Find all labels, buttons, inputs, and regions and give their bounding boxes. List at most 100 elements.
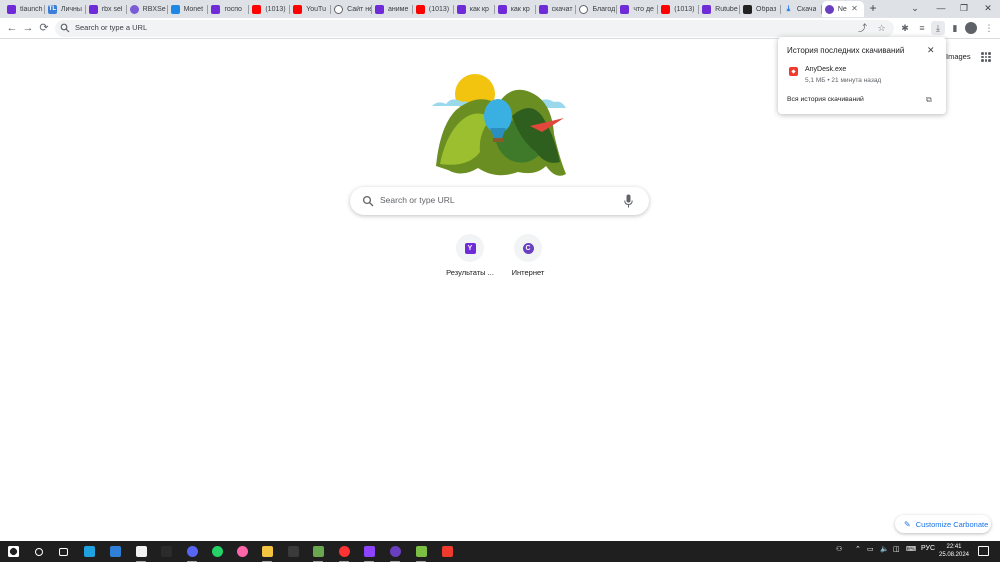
taskbar-start[interactable] xyxy=(4,543,22,560)
tab-title: скачат xyxy=(551,5,573,13)
notification-icon[interactable] xyxy=(978,546,989,556)
new-tab-button[interactable]: + xyxy=(866,2,880,16)
reading-list-icon[interactable]: ≡ xyxy=(915,21,929,35)
share-icon[interactable]: ⤴ xyxy=(856,22,869,35)
start-icon xyxy=(8,546,19,557)
taskbar-blank[interactable] xyxy=(284,543,302,560)
tab-title: аниме xyxy=(388,5,409,13)
yandex-icon xyxy=(497,4,507,14)
browser-tab[interactable]: YouTu xyxy=(290,1,332,17)
close-window-button[interactable]: ✕ xyxy=(976,0,1000,18)
customize-button[interactable]: ✎ Customize Carbonate xyxy=(895,515,991,533)
tab-title: (1013) xyxy=(674,5,695,13)
minimize-button[interactable]: — xyxy=(929,0,953,18)
keyboard-icon[interactable]: ⌨ xyxy=(906,545,916,553)
all-downloads-link[interactable]: Вся история скачиваний xyxy=(787,96,864,103)
reload-button[interactable]: ⟳ xyxy=(37,21,51,35)
browser-tab[interactable]: (1013) xyxy=(413,1,454,17)
browser-tab[interactable]: rbx sel xyxy=(86,1,127,17)
youtube-icon xyxy=(415,4,425,14)
taskbar-whatsapp[interactable] xyxy=(208,543,226,560)
taskbar-epic[interactable] xyxy=(157,543,175,560)
taskbar-minecraft[interactable] xyxy=(309,543,327,562)
tab-title: Сайт не за xyxy=(347,5,373,13)
microphone-icon[interactable] xyxy=(624,194,633,208)
browser-tab[interactable]: (1013) xyxy=(249,1,291,17)
edge-icon xyxy=(83,546,95,557)
browser-tab[interactable]: RBXSe xyxy=(127,1,168,17)
taskbar-task-view[interactable] xyxy=(54,543,72,560)
taskbar-yandex[interactable] xyxy=(335,543,353,562)
taskbar-explorer[interactable] xyxy=(258,543,276,562)
browser-tab[interactable]: Благод xyxy=(576,1,618,17)
tab-search-dropdown[interactable]: ⌄ xyxy=(903,0,927,18)
side-panel-icon[interactable]: ▮ xyxy=(948,21,962,35)
browser-tab[interactable]: госпо xyxy=(208,1,250,17)
yandex-icon xyxy=(7,4,16,14)
battery-icon[interactable]: ▭ xyxy=(867,545,874,553)
globe-icon xyxy=(579,4,589,14)
downloads-icon[interactable]: ⤓ xyxy=(931,21,945,35)
carbonate-icon xyxy=(389,546,401,557)
forward-button[interactable]: → xyxy=(21,21,35,35)
tab-title: RBXSe xyxy=(142,5,166,13)
taskbar-crosshair[interactable] xyxy=(360,543,378,562)
browser-tab[interactable]: аниме xyxy=(372,1,413,17)
download-item-meta: 5,1 МБ • 21 минута назад xyxy=(805,77,882,84)
profile-avatar[interactable] xyxy=(965,22,977,34)
browser-tab[interactable]: Monet xyxy=(168,1,209,17)
minecraft-icon xyxy=(312,546,324,557)
tab-title: Образ xyxy=(756,5,777,13)
roblox-icon xyxy=(129,4,139,14)
taskbar-search[interactable] xyxy=(30,543,48,560)
back-button[interactable]: ← xyxy=(5,21,19,35)
browser-tab[interactable]: что де xyxy=(617,1,659,17)
browser-tab[interactable]: (1013) xyxy=(658,1,700,17)
browser-tab[interactable]: ⤓ Скача xyxy=(781,1,822,17)
browser-tab[interactable]: скачат xyxy=(536,1,577,17)
taskbar-osu[interactable] xyxy=(233,543,251,560)
tab-title: (1013) xyxy=(428,5,450,13)
doodle-illustration[interactable] xyxy=(430,72,572,178)
taskbar-block[interactable] xyxy=(412,543,430,562)
browser-tab[interactable]: Rutube xyxy=(699,1,740,17)
close-icon[interactable]: ✕ xyxy=(851,4,858,13)
people-icon[interactable]: ⚇ xyxy=(836,545,842,553)
network-icon[interactable]: ◫ xyxy=(893,545,900,553)
language-indicator[interactable]: РУС xyxy=(921,545,935,552)
browser-tab[interactable]: Сайт не за xyxy=(331,1,372,17)
taskbar-edge[interactable] xyxy=(80,543,98,560)
monetka-icon xyxy=(170,4,180,14)
address-bar[interactable]: Search or type a URL ⤴ ☆ xyxy=(55,20,894,37)
extensions-icon[interactable]: ✱ xyxy=(898,21,912,35)
browser-tab[interactable]: TL Личны xyxy=(45,1,86,17)
system-clock[interactable]: 22:41 25.08.2024 xyxy=(934,543,974,559)
clock-time: 22:41 xyxy=(946,544,962,550)
downloads-bubble-title: История последних скачиваний xyxy=(787,46,905,55)
browser-tab[interactable]: Ne ✕ xyxy=(821,1,864,17)
close-icon[interactable]: ✕ xyxy=(927,45,935,56)
taskbar-discord[interactable] xyxy=(183,543,201,562)
browser-tab[interactable]: tlaunch xyxy=(4,1,45,17)
images-link[interactable]: Images xyxy=(946,52,971,61)
maximize-button[interactable]: ❐ xyxy=(952,0,976,18)
tab-title: как кр xyxy=(469,5,489,13)
open-external-icon[interactable]: ⧉ xyxy=(926,95,932,105)
download-item-name[interactable]: AnyDesk.exe xyxy=(805,66,846,73)
shortcut-yandex-results[interactable]: Y Результаты ... xyxy=(440,234,500,277)
search-box[interactable]: Search or type URL xyxy=(350,187,649,215)
browser-tab[interactable]: Образ xyxy=(740,1,781,17)
apps-grid-icon[interactable] xyxy=(981,52,991,62)
taskbar-store[interactable] xyxy=(132,543,150,562)
taskbar-anydesk[interactable] xyxy=(438,543,456,560)
chevron-up-icon[interactable]: ⌃ xyxy=(855,545,861,553)
downloads-bubble: История последних скачиваний ✕ AnyDesk.e… xyxy=(778,37,946,114)
browser-tab[interactable]: как кр xyxy=(495,1,536,17)
bookmark-star-icon[interactable]: ☆ xyxy=(875,22,888,35)
shortcut-internet[interactable]: C Интернет xyxy=(498,234,558,277)
menu-icon[interactable]: ⋮ xyxy=(982,21,996,35)
browser-tab[interactable]: как кр xyxy=(454,1,495,17)
volume-icon[interactable]: 🔈 xyxy=(880,545,889,553)
taskbar-carbonate[interactable] xyxy=(386,543,404,562)
taskbar-mail[interactable] xyxy=(106,543,124,560)
